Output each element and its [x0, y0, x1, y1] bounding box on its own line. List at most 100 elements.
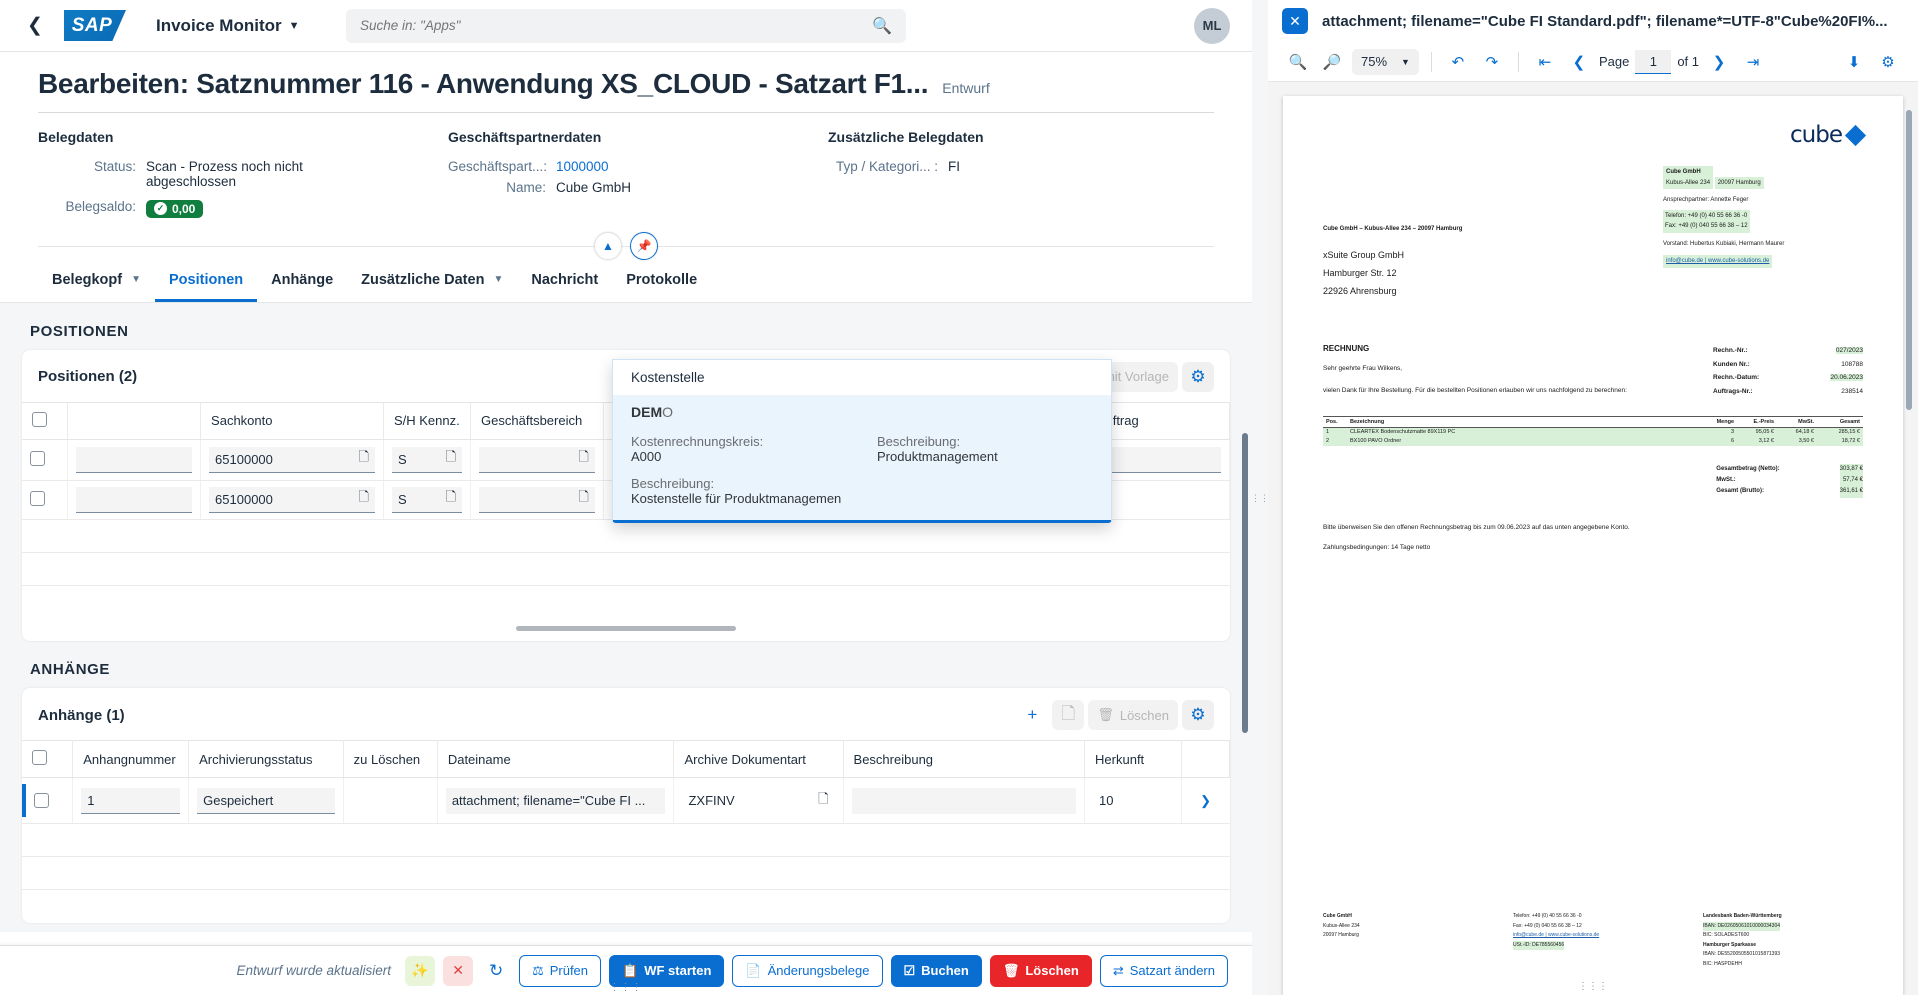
- facet-zusaetzliche-belegdaten: Zusätzliche Belegdaten Typ / Kategori...…: [828, 129, 1128, 224]
- row-checkbox[interactable]: [34, 793, 49, 808]
- search-input[interactable]: [360, 18, 872, 33]
- page-number-input[interactable]: [1635, 50, 1671, 74]
- collapse-header-button[interactable]: ▲: [594, 232, 622, 260]
- cell-zu-loeschen[interactable]: [343, 778, 437, 824]
- download-icon[interactable]: ⬇: [1840, 48, 1868, 76]
- footer-web[interactable]: info@cube.de | www.cube-solutions.de: [1513, 931, 1673, 941]
- row-checkbox[interactable]: [30, 451, 45, 466]
- aenderungsbelege-button[interactable]: 📄 Änderungsbelege: [732, 955, 882, 987]
- horizontal-scrollbar[interactable]: [516, 626, 736, 631]
- app-title-menu[interactable]: Invoice Monitor ▼: [156, 16, 300, 36]
- cell-herkunft[interactable]: 10: [1085, 778, 1182, 824]
- cell-beschreibung[interactable]: [843, 778, 1085, 824]
- tab-zusaetzliche-daten[interactable]: Zusätzliche Daten ▼: [347, 260, 517, 302]
- row-checkbox[interactable]: [30, 491, 45, 506]
- redo-icon[interactable]: ↷: [1478, 48, 1506, 76]
- suggestion-item[interactable]: DEMO Kostenrechnungskreis: A000 Beschrei…: [613, 396, 1111, 520]
- cell-blank[interactable]: [68, 439, 201, 480]
- sh-kennz-input[interactable]: S 🗋: [392, 487, 462, 513]
- beschreibung-input[interactable]: [852, 788, 1077, 814]
- kostenstelle-suggestion-popup[interactable]: Kostenstelle DEMO Kostenrechnungskreis: …: [612, 359, 1112, 523]
- cell-sh-kennz[interactable]: S 🗋: [383, 480, 470, 519]
- content-vertical-scrollbar[interactable]: [1242, 433, 1248, 733]
- prev-page-icon[interactable]: ❮: [1565, 48, 1593, 76]
- cell-sh-kennz[interactable]: S 🗋: [383, 439, 470, 480]
- archive-dokumentart-input[interactable]: ZXFINV 🗋: [682, 788, 834, 814]
- invoice-mwst: 64,18 €: [1777, 427, 1817, 437]
- magic-wand-icon[interactable]: ✨: [405, 956, 435, 986]
- company-name: Cube GmbH: [1666, 167, 1710, 178]
- tab-protokolle[interactable]: Protokolle: [612, 260, 711, 302]
- geschaeftsbereich-input[interactable]: 🗋: [479, 487, 595, 513]
- loeschen-button[interactable]: 🗑 Löschen: [990, 955, 1092, 987]
- table-row[interactable]: 1 Gespeichert attachm: [22, 778, 1230, 824]
- tab-belegkopf[interactable]: Belegkopf ▼: [38, 260, 155, 302]
- cell-geschaeftsbereich[interactable]: 🗋: [471, 439, 604, 480]
- tab-nachricht[interactable]: Nachricht: [517, 260, 612, 302]
- select-all-checkbox[interactable]: [32, 750, 47, 765]
- value-help-icon[interactable]: 🗋: [446, 448, 456, 470]
- value-help-icon[interactable]: 🗋: [359, 448, 369, 470]
- pane-splitter[interactable]: ⋮⋮: [1252, 0, 1268, 995]
- undo-icon[interactable]: ↶: [1444, 48, 1472, 76]
- positions-settings-button[interactable]: ⚙: [1182, 362, 1214, 392]
- herkunft-input[interactable]: 10: [1093, 788, 1173, 814]
- avatar[interactable]: ML: [1194, 8, 1230, 44]
- value-help-icon[interactable]: 🗋: [446, 488, 456, 510]
- sachkonto-input[interactable]: 65100000 🗋: [209, 487, 375, 513]
- value-help-icon[interactable]: 🗋: [818, 790, 828, 812]
- chevron-right-icon[interactable]: ❯: [1200, 793, 1211, 808]
- sap-logo[interactable]: SAP: [64, 10, 126, 41]
- copy-attachment-button[interactable]: 🗋: [1052, 700, 1084, 730]
- invoice-pos: 1: [1323, 427, 1347, 437]
- value-help-icon[interactable]: 🗋: [578, 488, 588, 510]
- cell-archive-dokumentart[interactable]: ZXFINV 🗋: [674, 778, 843, 824]
- pdf-settings-icon[interactable]: ⚙: [1874, 48, 1902, 76]
- dateiname-value[interactable]: attachment; filename="Cube FI ...: [446, 788, 666, 814]
- field-value-link[interactable]: 1000000: [556, 159, 609, 174]
- first-page-icon[interactable]: ⇤: [1531, 48, 1559, 76]
- value-help-icon[interactable]: 🗋: [578, 448, 588, 470]
- anhangnummer-input[interactable]: 1: [81, 788, 180, 814]
- zoom-out-icon[interactable]: 🔎: [1318, 48, 1346, 76]
- cell-anhangnummer[interactable]: 1: [73, 778, 189, 824]
- footer-resize-grip[interactable]: ⋮⋮⋮: [610, 982, 643, 993]
- delete-attachment-button[interactable]: 🗑 Löschen: [1088, 700, 1178, 730]
- blank-input[interactable]: [76, 447, 192, 473]
- cell-sachkonto[interactable]: 65100000 🗋: [201, 480, 384, 519]
- cell-blank[interactable]: [68, 480, 201, 519]
- tab-positionen[interactable]: Positionen: [155, 260, 257, 302]
- buchen-button[interactable]: ☑ Buchen: [891, 955, 982, 987]
- select-all-checkbox[interactable]: [32, 412, 47, 427]
- close-icon[interactable]: ✕: [1282, 8, 1308, 34]
- tab-anhaenge[interactable]: Anhänge: [257, 260, 347, 302]
- zoom-in-icon[interactable]: 🔍: [1284, 48, 1312, 76]
- cell-sachkonto[interactable]: 65100000 🗋: [201, 439, 384, 480]
- pdf-vertical-scrollbar[interactable]: [1906, 110, 1912, 410]
- cell-geschaeftsbereich[interactable]: 🗋: [471, 480, 604, 519]
- pruefen-button[interactable]: ⚖ Prüfen: [519, 955, 601, 987]
- row-nav-cell[interactable]: ❯: [1181, 778, 1229, 824]
- next-page-icon[interactable]: ❯: [1705, 48, 1733, 76]
- geschaeftsbereich-input[interactable]: 🗋: [479, 447, 595, 473]
- pin-header-button[interactable]: 📌: [630, 232, 658, 260]
- last-page-icon[interactable]: ⇥: [1739, 48, 1767, 76]
- cell-archivierungsstatus[interactable]: Gespeichert: [189, 778, 344, 824]
- sachkonto-input[interactable]: 65100000 🗋: [209, 447, 375, 473]
- close-icon[interactable]: ✕: [443, 956, 473, 986]
- shell-search[interactable]: 🔍: [346, 9, 906, 43]
- pdf-resize-grip[interactable]: ⋮⋮⋮: [1578, 981, 1608, 992]
- blank-input[interactable]: [76, 487, 192, 513]
- add-attachment-button[interactable]: +: [1016, 700, 1048, 730]
- sh-kennz-input[interactable]: S 🗋: [392, 447, 462, 473]
- search-icon[interactable]: 🔍: [872, 16, 892, 36]
- attachments-settings-button[interactable]: ⚙: [1182, 700, 1214, 730]
- zoom-level-select[interactable]: 75% ▼: [1352, 49, 1419, 75]
- back-icon[interactable]: ❮: [18, 9, 52, 43]
- satzart-aendern-button[interactable]: ⇄ Satzart ändern: [1100, 955, 1228, 987]
- refresh-icon[interactable]: ↻: [481, 956, 511, 986]
- value-help-icon[interactable]: 🗋: [359, 488, 369, 510]
- cell-dateiname[interactable]: attachment; filename="Cube FI ...: [437, 778, 674, 824]
- archivierungsstatus-input[interactable]: Gespeichert: [197, 788, 335, 814]
- company-web-text[interactable]: info@cube.de | www.cube-solutions.de: [1666, 258, 1769, 264]
